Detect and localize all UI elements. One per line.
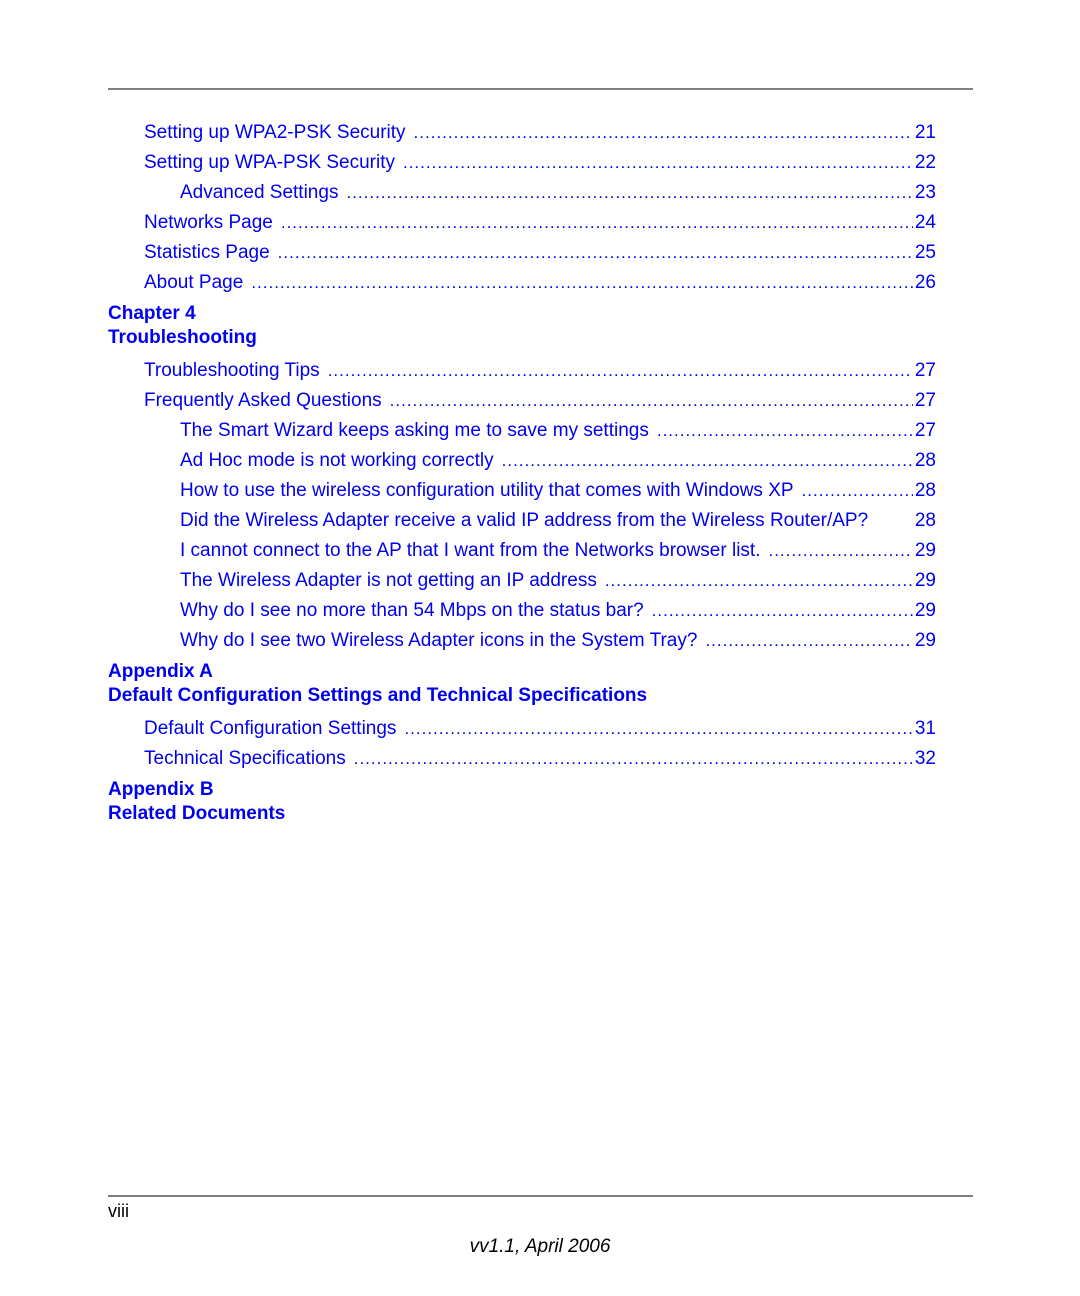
- toc-entry-tech-specs[interactable]: Technical Specifications 32: [108, 744, 936, 774]
- toc-entry-title: How to use the wireless configuration ut…: [180, 480, 794, 501]
- toc-entry-page: 24: [914, 212, 936, 233]
- toc-entry-page: 22: [914, 152, 936, 173]
- dot-leader: [768, 536, 912, 566]
- appendix-b-title[interactable]: Related Documents: [108, 802, 936, 826]
- dot-leader: [390, 386, 913, 416]
- dot-leader: [251, 268, 913, 298]
- toc-entry-page: 28: [914, 480, 936, 501]
- toc-entry-page: 27: [914, 390, 936, 411]
- toc-entry-title: Ad Hoc mode is not working correctly: [180, 450, 494, 471]
- chapter-4-label[interactable]: Chapter 4: [108, 302, 936, 326]
- dot-leader: [354, 744, 913, 774]
- toc-entry-page: 27: [914, 360, 936, 381]
- toc-entry-title: The Wireless Adapter is not getting an I…: [180, 570, 597, 591]
- toc-entry-page: 28: [914, 450, 936, 471]
- appendix-a-title[interactable]: Default Configuration Settings and Techn…: [108, 684, 936, 708]
- toc-entry-page: 27: [914, 420, 936, 441]
- toc-entry-title: Why do I see two Wireless Adapter icons …: [180, 630, 698, 651]
- table-of-contents: Setting up WPA2-PSK Security 21 Setting …: [108, 118, 936, 832]
- page-number: viii: [108, 1201, 129, 1221]
- dot-leader: [278, 238, 913, 268]
- toc-entry-title: Troubleshooting Tips: [144, 360, 320, 381]
- toc-entry-title: Setting up WPA-PSK Security: [144, 152, 395, 173]
- toc-entry-wpa-psk[interactable]: Setting up WPA-PSK Security 22: [108, 148, 936, 178]
- toc-entry-advanced-settings[interactable]: Advanced Settings 23: [108, 178, 936, 208]
- dot-leader: [404, 714, 912, 744]
- toc-entry-valid-ip[interactable]: Did the Wireless Adapter receive a valid…: [108, 506, 936, 536]
- toc-entry-title: Setting up WPA2-PSK Security: [144, 122, 406, 143]
- toc-entry-statistics-page[interactable]: Statistics Page 25: [108, 238, 936, 268]
- toc-entry-page: 28: [914, 510, 936, 531]
- toc-entry-page: 29: [914, 540, 936, 561]
- toc-entry-title: About Page: [144, 272, 244, 293]
- dot-leader: [346, 178, 912, 208]
- chapter-4-heading: Chapter 4 Troubleshooting: [108, 298, 936, 356]
- toc-entry-networks-page[interactable]: Networks Page 24: [108, 208, 936, 238]
- appendix-b-heading: Appendix B Related Documents: [108, 774, 936, 832]
- dot-leader: [605, 566, 913, 596]
- toc-entry-no-ip-address[interactable]: The Wireless Adapter is not getting an I…: [108, 566, 936, 596]
- appendix-a-label[interactable]: Appendix A: [108, 660, 936, 684]
- toc-entry-windows-xp-utility[interactable]: How to use the wireless configuration ut…: [108, 476, 936, 506]
- version-label: vv1.1, April 2006: [469, 1236, 611, 1257]
- footer-rule: [108, 1195, 973, 1197]
- toc-entry-54-mbps[interactable]: Why do I see no more than 54 Mbps on the…: [108, 596, 936, 626]
- toc-entry-title: Statistics Page: [144, 242, 270, 263]
- toc-entry-smart-wizard[interactable]: The Smart Wizard keeps asking me to save…: [108, 416, 936, 446]
- toc-entry-title: Default Configuration Settings: [144, 718, 397, 739]
- toc-entry-page: 29: [914, 600, 936, 621]
- toc-entry-default-config[interactable]: Default Configuration Settings 31: [108, 714, 936, 744]
- dot-leader: [802, 476, 913, 506]
- toc-entry-page: 29: [914, 570, 936, 591]
- toc-entry-title: The Smart Wizard keeps asking me to save…: [180, 420, 649, 441]
- toc-entry-page: 26: [914, 272, 936, 293]
- toc-entry-troubleshooting-tips[interactable]: Troubleshooting Tips 27: [108, 356, 936, 386]
- toc-entry-ad-hoc[interactable]: Ad Hoc mode is not working correctly 28: [108, 446, 936, 476]
- toc-entry-page: 29: [914, 630, 936, 651]
- toc-entry-title: Frequently Asked Questions: [144, 390, 382, 411]
- dot-leader: [328, 356, 913, 386]
- toc-entry-page: 32: [914, 748, 936, 769]
- toc-entry-page: 31: [914, 718, 936, 739]
- appendix-a-heading: Appendix A Default Configuration Setting…: [108, 656, 936, 714]
- appendix-b-label[interactable]: Appendix B: [108, 778, 936, 802]
- toc-entry-page: 23: [914, 182, 936, 203]
- toc-entry-title: I cannot connect to the AP that I want f…: [180, 540, 761, 561]
- toc-entry-two-icons[interactable]: Why do I see two Wireless Adapter icons …: [108, 626, 936, 656]
- dot-leader: [502, 446, 913, 476]
- toc-entry-wpa2-psk[interactable]: Setting up WPA2-PSK Security 21: [108, 118, 936, 148]
- toc-entry-title: Technical Specifications: [144, 748, 346, 769]
- toc-entry-page: 21: [914, 122, 936, 143]
- dot-leader: [403, 148, 913, 178]
- toc-entry-about-page[interactable]: About Page 26: [108, 268, 936, 298]
- toc-entry-page: 25: [914, 242, 936, 263]
- toc-entry-title: Why do I see no more than 54 Mbps on the…: [180, 600, 644, 621]
- toc-entry-title: Advanced Settings: [180, 182, 339, 203]
- toc-entry-title: Did the Wireless Adapter receive a valid…: [180, 510, 869, 531]
- dot-leader: [414, 118, 913, 148]
- dot-leader: [705, 626, 912, 656]
- header-rule: [108, 88, 973, 90]
- dot-leader: [652, 596, 913, 626]
- chapter-4-title[interactable]: Troubleshooting: [108, 326, 936, 350]
- toc-entry-faq[interactable]: Frequently Asked Questions 27: [108, 386, 936, 416]
- toc-entry-title: Networks Page: [144, 212, 273, 233]
- dot-leader: [657, 416, 913, 446]
- dot-leader: [281, 208, 913, 238]
- toc-entry-cannot-connect[interactable]: I cannot connect to the AP that I want f…: [108, 536, 936, 566]
